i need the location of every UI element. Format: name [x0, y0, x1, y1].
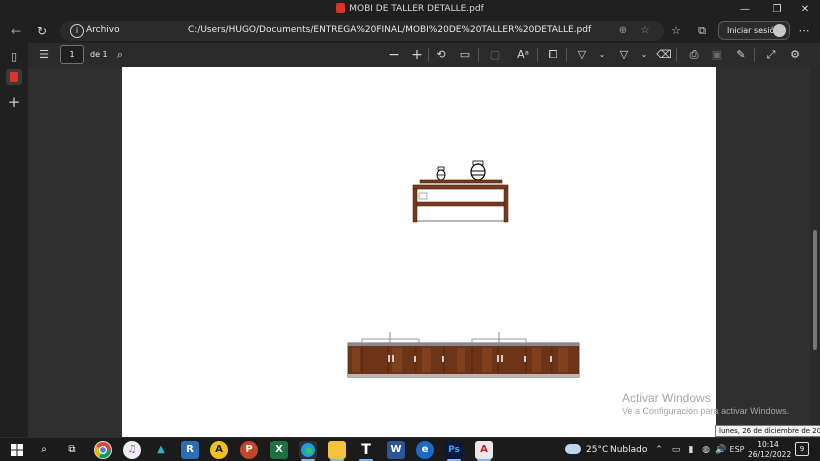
fit-page-icon[interactable]: ▭ [457, 47, 473, 63]
file-explorer-icon[interactable] [328, 441, 346, 459]
small-vase [436, 166, 446, 181]
collections-icon[interactable]: ⧉ [694, 23, 710, 39]
itunes-icon[interactable]: ♫ [123, 441, 141, 459]
back-arrow-icon[interactable]: ← [6, 22, 26, 40]
powerpoint-icon[interactable]: P [240, 441, 258, 459]
activation-watermark-text: Ve a Configuración para activar Windows. [622, 406, 790, 416]
taskbar: ⌕ ⧉ ♫ ▲ R A P X T W e Ps A 25°C Nublado … [0, 437, 820, 461]
rotate-icon[interactable]: ⟲ [433, 47, 449, 63]
settings-gear-icon[interactable]: ⚙ [787, 47, 803, 63]
fullscreen-icon[interactable]: ⤢ [763, 47, 779, 63]
pdf-page[interactable] [122, 67, 716, 437]
chevron-down-icon[interactable]: ⌄ [594, 47, 610, 63]
typora-icon[interactable]: T [357, 441, 375, 459]
cloud-icon [565, 444, 581, 454]
excel-icon[interactable]: X [270, 441, 288, 459]
cabinet-drawing [347, 332, 580, 378]
language-indicator[interactable]: ESP [726, 441, 748, 459]
drawing-canvas [347, 160, 580, 378]
highlight-icon[interactable]: ▽ [616, 47, 632, 63]
meet-now-icon[interactable]: ▭ [669, 441, 683, 459]
signin-button[interactable]: Iniciar sesión [718, 21, 790, 40]
chrome-icon[interactable] [94, 441, 112, 459]
restore-icon[interactable]: ❐ [762, 0, 792, 19]
large-vase [470, 160, 486, 181]
pdf-file-icon [336, 3, 346, 13]
save-as-icon[interactable]: ✎ [733, 47, 749, 63]
address-bar: ← ↻ i Archivo C:/Users/HUGO/Documents/EN… [0, 19, 820, 43]
shelf-drawing [412, 160, 509, 223]
url-box[interactable]: i Archivo C:/Users/HUGO/Documents/ENTREG… [60, 21, 664, 41]
more-options-icon[interactable]: ⋯ [796, 23, 812, 39]
title-bar: MOBI DE TALLER DETALLE.pdf — ❐ ✕ [0, 0, 820, 19]
task-view-icon[interactable]: ⧉ [63, 441, 81, 459]
scheme-label: Archivo [86, 25, 120, 35]
eraser-icon[interactable]: ⌫ [656, 47, 672, 63]
vertical-scrollbar[interactable] [810, 67, 820, 437]
contents-icon[interactable]: ☰ [36, 47, 52, 63]
favorites-icon[interactable]: ☆ [668, 23, 684, 39]
zoom-out-icon[interactable]: − [386, 47, 402, 63]
battery-icon[interactable]: ▮ [684, 441, 698, 459]
read-aloud-icon[interactable]: Aᵃ [515, 47, 531, 63]
document-viewer[interactable] [28, 67, 820, 437]
browser-icon[interactable]: e [416, 441, 434, 459]
favorite-add-icon[interactable]: ☆ [638, 24, 652, 38]
chevron-down-icon[interactable]: ⌄ [636, 47, 652, 63]
save-icon: ▣ [711, 48, 723, 61]
chevron-up-icon[interactable]: ⌃ [652, 441, 666, 459]
draw-icon[interactable]: ▽ [574, 47, 590, 63]
autodesk-icon[interactable]: ▲ [152, 441, 170, 459]
edge-icon[interactable] [299, 441, 317, 459]
search-icon[interactable]: ⌕ [112, 47, 128, 63]
archicad-icon[interactable]: A [210, 441, 228, 459]
page-view-icon[interactable]: ⧠ [545, 47, 561, 63]
word-icon[interactable]: W [387, 441, 405, 459]
photoshop-icon[interactable]: Ps [445, 441, 463, 459]
revit-icon[interactable]: R [181, 441, 199, 459]
zoom-in-icon[interactable]: + [409, 47, 425, 63]
pdf-toolbar: ☰ 1 de 1 ⌕ − + ⟲ ▭ ▢ Aᵃ ⧠ ▽ ⌄ ▽ ⌄ ⌫ ⎙ ▣ … [28, 43, 820, 67]
tab-pdf-active[interactable] [6, 69, 22, 85]
scrollbar-thumb[interactable] [813, 230, 817, 350]
windows-start-icon[interactable] [8, 441, 26, 459]
network-icon[interactable]: ◍ [699, 441, 713, 459]
avatar [773, 24, 786, 37]
taskbar-clock[interactable]: 10:14 26/12/2022 [748, 440, 791, 460]
refresh-icon[interactable]: ↻ [32, 22, 52, 40]
window-title: MOBI DE TALLER DETALLE.pdf [0, 3, 820, 14]
activation-watermark-title: Activar Windows [622, 391, 711, 405]
date-tooltip: lunes, 26 de diciembre de 2022 [715, 425, 820, 437]
url-text[interactable]: C:/Users/HUGO/Documents/ENTREGA%20FINAL/… [188, 25, 591, 35]
autocad-icon[interactable]: A [475, 441, 493, 459]
zoom-icon[interactable]: ⊕ [616, 24, 630, 38]
vertical-tabs-sidebar: ▯ + [0, 43, 28, 437]
search-icon[interactable]: ⌕ [35, 441, 53, 459]
tab-actions-icon[interactable]: ▯ [6, 49, 22, 65]
new-tab-icon[interactable]: + [6, 94, 22, 110]
page-count: de 1 [90, 50, 108, 59]
minimize-icon[interactable]: — [730, 0, 760, 19]
info-icon[interactable]: i [70, 24, 84, 38]
notification-icon[interactable]: 9 [795, 442, 809, 456]
close-icon[interactable]: ✕ [790, 0, 820, 19]
print-icon[interactable]: ⎙ [686, 47, 702, 63]
page-number-input[interactable]: 1 [60, 45, 84, 64]
extract-icon: ▢ [489, 48, 501, 61]
